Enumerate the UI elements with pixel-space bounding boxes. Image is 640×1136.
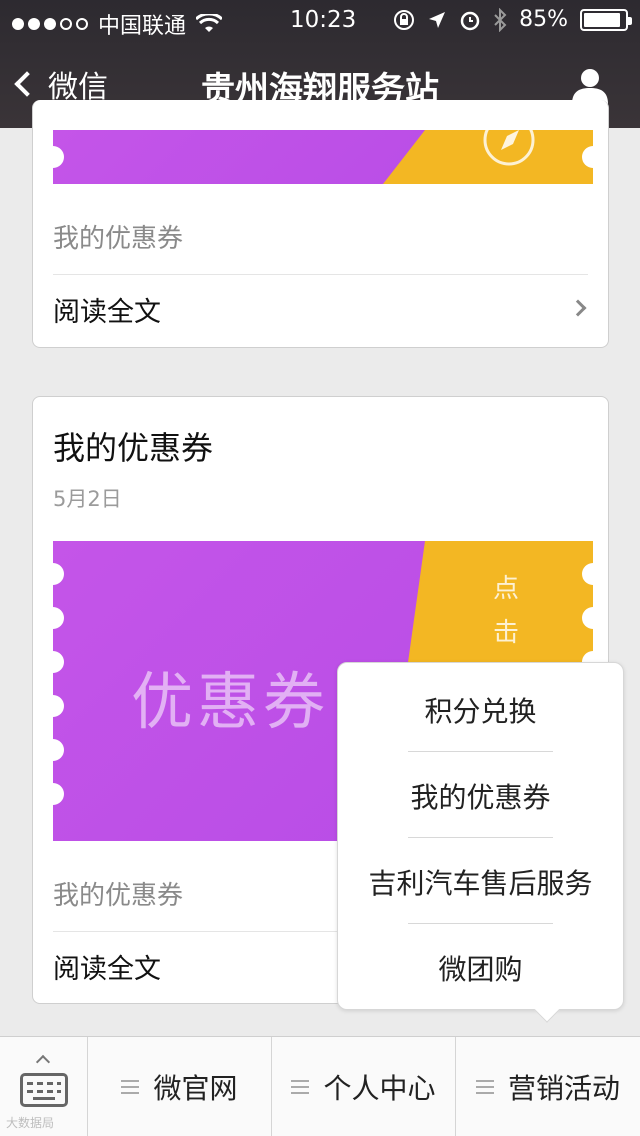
watermark: 大数据局: [6, 1116, 55, 1130]
battery-percent: 85%: [519, 7, 568, 32]
hamburger-icon: [121, 1080, 140, 1094]
location-icon: [429, 11, 446, 28]
keyboard-icon: [20, 1073, 68, 1107]
tab-official-site[interactable]: 微官网: [88, 1037, 272, 1136]
article-card[interactable]: 我的优惠券 阅读全文: [32, 100, 609, 348]
card-description: 我的优惠券: [53, 881, 184, 911]
status-bar: 中国联通 10:23 85%: [0, 0, 640, 40]
menu-item-group-buy[interactable]: 微团购: [338, 925, 623, 1011]
hamburger-icon: [291, 1080, 310, 1094]
card-date: 5月2日: [53, 487, 122, 511]
battery-icon: [580, 8, 632, 31]
tab-marketing[interactable]: 营销活动: [456, 1037, 640, 1136]
card-description: 我的优惠券: [53, 224, 184, 254]
clock: 10:23: [290, 7, 357, 33]
bluetooth-icon: [494, 7, 507, 32]
read-more-link[interactable]: 阅读全文: [53, 290, 161, 329]
coupon-text: 优惠券: [131, 665, 330, 738]
tab-personal-center[interactable]: 个人中心: [272, 1037, 456, 1136]
compass-icon: [483, 130, 535, 166]
popup-menu: 积分兑换 我的优惠券 吉利汽车售后服务 微团购: [337, 662, 624, 1023]
tab-label: 营销活动: [507, 1072, 620, 1105]
rotation-lock-icon: [394, 9, 415, 30]
menu-item-after-sales[interactable]: 吉利汽车售后服务: [338, 839, 623, 925]
keyboard-toggle-button[interactable]: 大数据局: [0, 1037, 88, 1136]
wifi-icon: [196, 14, 223, 32]
menu-separator: [408, 923, 553, 924]
coupon-banner: [53, 130, 593, 184]
chevron-right-icon: [569, 299, 587, 317]
chevron-up-icon: [35, 1054, 51, 1070]
carrier-label: 中国联通: [98, 14, 187, 39]
alarm-icon: [460, 11, 480, 30]
menu-separator: [408, 837, 553, 838]
divider: [53, 274, 588, 275]
menu-separator: [408, 751, 553, 752]
card-title: 我的优惠券: [53, 429, 214, 467]
coupon-click-text: 点击: [493, 574, 520, 648]
bottom-menu-bar: 大数据局 微官网 个人中心 营销活动: [0, 1036, 640, 1136]
hamburger-icon: [475, 1080, 494, 1094]
menu-item-points-exchange[interactable]: 积分兑换: [338, 667, 623, 753]
tab-label: 微官网: [153, 1072, 238, 1105]
tab-label: 个人中心: [323, 1072, 436, 1105]
signal-icon: [12, 18, 88, 30]
read-more-link[interactable]: 阅读全文: [53, 947, 161, 986]
menu-item-my-coupons[interactable]: 我的优惠券: [338, 753, 623, 839]
